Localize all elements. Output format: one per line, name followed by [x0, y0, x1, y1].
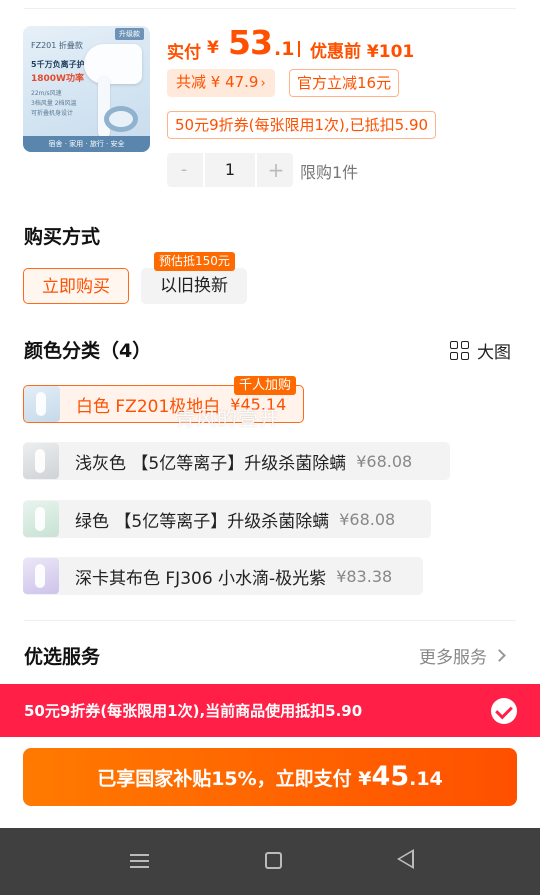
- thumb-footer: 宿舍 · 家用 · 旅行 · 安全: [23, 136, 150, 152]
- thumb-power: 1800W功率: [31, 74, 84, 84]
- original-price: 优惠前 ¥101: [310, 42, 415, 62]
- thumb-model-text: FZ201 折叠款: [31, 41, 83, 50]
- purchase-method-title: 购买方式: [24, 226, 101, 248]
- coupon-selection-bar[interactable]: 50元9折券(每张限用1次),当前商品使用抵扣5.90: [0, 684, 540, 737]
- back-icon[interactable]: [397, 849, 414, 869]
- color-option-name: 绿色 【5亿等离子】升级杀菌除螨: [75, 511, 330, 532]
- color-option-price: ¥68.08: [356, 451, 413, 471]
- thumb-tag: 升级款: [115, 28, 144, 40]
- color-option-name: 浅灰色 【5亿等离子】升级杀菌除螨: [75, 453, 347, 474]
- preferred-service-title: 优选服务: [24, 646, 101, 668]
- pay-button-text: 已享国家补贴15%，立即支付 ¥: [97, 768, 372, 790]
- chevron-right-icon: ›: [260, 76, 266, 91]
- color-swatch: [23, 501, 59, 537]
- thumb-bullet: 3档风量 2档风温: [31, 100, 77, 107]
- total-discount-chip[interactable]: 共减 ¥ 47.9 ›: [167, 69, 275, 97]
- color-swatch: [23, 558, 59, 594]
- big-view-label: 大图: [477, 342, 511, 363]
- color-option-price: ¥68.08: [339, 509, 396, 529]
- coupon-bar-text: 50元9折券(每张限用1次),当前商品使用抵扣5.90: [24, 702, 363, 720]
- coupon-chip: 50元9折券(每张限用1次),已抵扣5.90: [167, 111, 437, 139]
- checkmark-icon[interactable]: [491, 698, 517, 724]
- big-view-toggle[interactable]: 大图: [450, 338, 511, 363]
- color-option-green[interactable]: 绿色 【5亿等离子】升级杀菌除螨 ¥68.08: [23, 500, 431, 538]
- buy-now-option[interactable]: 立即购买: [23, 268, 129, 304]
- thumb-bullet: 可折叠机身设计: [31, 110, 74, 117]
- paid-label: 实付: [167, 43, 201, 63]
- more-services-link[interactable]: 更多服务: [419, 643, 506, 668]
- price-separator: [298, 41, 300, 57]
- color-option-price: ¥83.38: [336, 566, 393, 586]
- color-swatch: [24, 386, 60, 422]
- more-services-label: 更多服务: [419, 648, 487, 668]
- product-image[interactable]: FZ201 折叠款 升级款 5千万负离子护发 1800W功率 22m/s风速 3…: [23, 26, 150, 152]
- color-option-khaki[interactable]: 深卡其布色 FJ306 小水滴-极光紫 ¥83.38: [23, 557, 423, 595]
- quantity-input[interactable]: 1: [203, 153, 257, 187]
- hot-badge: 千人加购: [234, 376, 297, 395]
- hair-dryer-graphic: [84, 44, 142, 84]
- trade-in-option[interactable]: 以旧换新: [141, 268, 247, 304]
- quantity-plus-button[interactable]: +: [259, 153, 293, 187]
- currency-symbol: ¥: [207, 38, 219, 58]
- system-navigation-bar: [0, 828, 540, 895]
- purchase-limit: 限购1件: [300, 163, 359, 182]
- thumb-bullet: 22m/s风速: [31, 90, 62, 97]
- paid-price-integer: 53: [228, 23, 273, 62]
- quantity-stepper: - 1 +: [167, 153, 293, 187]
- pay-now-button[interactable]: 已享国家补贴15%，立即支付 ¥ 45 .14: [23, 748, 517, 806]
- pay-amount-decimal: .14: [409, 768, 443, 790]
- grid-view-icon: [450, 340, 469, 360]
- quantity-minus-button[interactable]: -: [167, 153, 201, 187]
- section-divider: [24, 620, 516, 621]
- watermark-text: 青风的壹开: [175, 406, 280, 430]
- official-discount-chip: 官方立减16元: [289, 69, 400, 97]
- color-swatch: [23, 443, 59, 479]
- menu-icon[interactable]: [130, 854, 149, 868]
- home-icon[interactable]: [265, 852, 282, 869]
- nozzle-graphic: [104, 106, 138, 132]
- top-divider: [24, 8, 516, 9]
- hair-dryer-handle-graphic: [98, 76, 110, 138]
- color-category-title: 颜色分类（4）: [24, 340, 152, 362]
- total-discount-text: 共减 ¥ 47.9: [176, 73, 259, 91]
- paid-price-decimal: .1: [274, 38, 295, 60]
- pay-amount-integer: 45: [371, 761, 410, 792]
- color-option-name: 深卡其布色 FJ306 小水滴-极光紫: [75, 568, 327, 589]
- color-option-light-gray[interactable]: 浅灰色 【5亿等离子】升级杀菌除螨 ¥68.08: [23, 442, 450, 480]
- chevron-right-icon: [493, 649, 506, 662]
- trade-in-badge: 预估抵150元: [154, 252, 235, 271]
